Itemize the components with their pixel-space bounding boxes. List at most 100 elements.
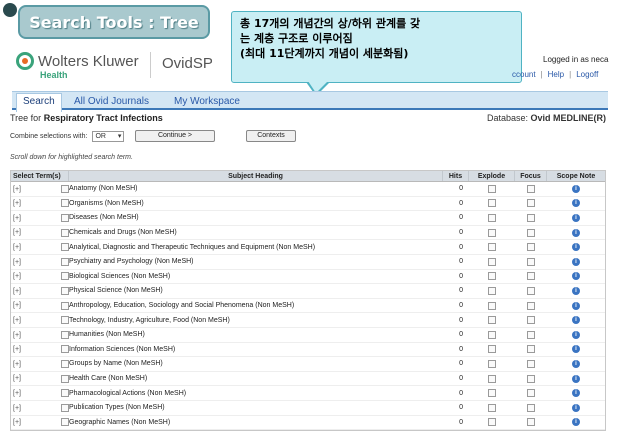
expand-toggle[interactable]: [+]	[13, 390, 29, 397]
continue-button[interactable]: Continue >	[135, 130, 215, 142]
focus-checkbox[interactable]	[527, 272, 535, 281]
explode-checkbox[interactable]	[488, 330, 496, 339]
explode-checkbox[interactable]	[488, 184, 496, 193]
focus-checkbox[interactable]	[527, 257, 535, 266]
subject-heading[interactable]: Biological Sciences (Non MeSH)	[69, 273, 443, 280]
expand-toggle[interactable]: [+]	[13, 229, 29, 236]
explode-checkbox[interactable]	[488, 286, 496, 295]
scope-note-info-icon[interactable]: i	[572, 418, 580, 427]
explode-checkbox[interactable]	[488, 316, 496, 325]
focus-checkbox[interactable]	[527, 213, 535, 222]
select-checkbox[interactable]	[61, 359, 69, 368]
expand-toggle[interactable]: [+]	[13, 346, 29, 353]
select-checkbox[interactable]	[61, 316, 69, 325]
explode-checkbox[interactable]	[488, 418, 496, 427]
explode-checkbox[interactable]	[488, 359, 496, 368]
subject-heading[interactable]: Anthropology, Education, Sociology and S…	[69, 302, 443, 309]
tab-all-ovid-journals[interactable]: All Ovid Journals	[68, 94, 155, 113]
scope-note-info-icon[interactable]: i	[572, 184, 580, 193]
account-link[interactable]: ccount	[512, 70, 536, 79]
scope-note-info-icon[interactable]: i	[572, 301, 580, 310]
scope-note-info-icon[interactable]: i	[572, 374, 580, 383]
contexts-button[interactable]: Contexts	[246, 130, 296, 142]
subject-heading[interactable]: Information Sciences (Non MeSH)	[69, 346, 443, 353]
select-checkbox[interactable]	[61, 330, 69, 339]
explode-checkbox[interactable]	[488, 403, 496, 412]
select-checkbox[interactable]	[61, 243, 69, 252]
scope-note-info-icon[interactable]: i	[572, 403, 580, 412]
scope-note-info-icon[interactable]: i	[572, 272, 580, 281]
explode-checkbox[interactable]	[488, 374, 496, 383]
focus-checkbox[interactable]	[527, 199, 535, 208]
focus-checkbox[interactable]	[527, 330, 535, 339]
subject-heading[interactable]: Humanities (Non MeSH)	[69, 331, 443, 338]
scope-note-info-icon[interactable]: i	[572, 228, 580, 237]
select-checkbox[interactable]	[61, 199, 69, 208]
expand-toggle[interactable]: [+]	[13, 215, 29, 222]
subject-heading[interactable]: Pharmacological Actions (Non MeSH)	[69, 390, 443, 397]
expand-toggle[interactable]: [+]	[13, 259, 29, 266]
scope-note-info-icon[interactable]: i	[572, 359, 580, 368]
select-checkbox[interactable]	[61, 286, 69, 295]
subject-heading[interactable]: Publication Types (Non MeSH)	[69, 404, 443, 411]
tab-my-workspace[interactable]: My Workspace	[168, 94, 246, 113]
subject-heading[interactable]: Physical Science (Non MeSH)	[69, 287, 443, 294]
select-checkbox[interactable]	[61, 301, 69, 310]
focus-checkbox[interactable]	[527, 374, 535, 383]
subject-heading[interactable]: Organisms (Non MeSH)	[69, 200, 443, 207]
logoff-link[interactable]: Logoff	[576, 70, 598, 79]
expand-toggle[interactable]: [+]	[13, 273, 29, 280]
scope-note-info-icon[interactable]: i	[572, 330, 580, 339]
scope-note-info-icon[interactable]: i	[572, 389, 580, 398]
scope-note-info-icon[interactable]: i	[572, 213, 580, 222]
scope-note-info-icon[interactable]: i	[572, 316, 580, 325]
subject-heading[interactable]: Geographic Names (Non MeSH)	[69, 419, 443, 426]
explode-checkbox[interactable]	[488, 213, 496, 222]
explode-checkbox[interactable]	[488, 272, 496, 281]
select-checkbox[interactable]	[61, 418, 69, 427]
subject-heading[interactable]: Diseases (Non MeSH)	[69, 214, 443, 221]
subject-heading[interactable]: Anatomy (Non MeSH)	[69, 185, 443, 192]
expand-toggle[interactable]: [+]	[13, 186, 29, 193]
explode-checkbox[interactable]	[488, 257, 496, 266]
subject-heading[interactable]: Psychiatry and Psychology (Non MeSH)	[69, 258, 443, 265]
focus-checkbox[interactable]	[527, 316, 535, 325]
select-checkbox[interactable]	[61, 389, 69, 398]
focus-checkbox[interactable]	[527, 243, 535, 252]
expand-toggle[interactable]: [+]	[13, 288, 29, 295]
select-checkbox[interactable]	[61, 403, 69, 412]
scope-note-info-icon[interactable]: i	[572, 345, 580, 354]
expand-toggle[interactable]: [+]	[13, 332, 29, 339]
expand-toggle[interactable]: [+]	[13, 200, 29, 207]
scope-note-info-icon[interactable]: i	[572, 286, 580, 295]
subject-heading[interactable]: Technology, Industry, Agriculture, Food …	[69, 317, 443, 324]
select-checkbox[interactable]	[61, 228, 69, 237]
focus-checkbox[interactable]	[527, 286, 535, 295]
select-checkbox[interactable]	[61, 272, 69, 281]
scope-note-info-icon[interactable]: i	[572, 257, 580, 266]
select-checkbox[interactable]	[61, 345, 69, 354]
select-checkbox[interactable]	[61, 257, 69, 266]
focus-checkbox[interactable]	[527, 184, 535, 193]
focus-checkbox[interactable]	[527, 389, 535, 398]
focus-checkbox[interactable]	[527, 403, 535, 412]
expand-toggle[interactable]: [+]	[13, 419, 29, 426]
expand-toggle[interactable]: [+]	[13, 361, 29, 368]
select-checkbox[interactable]	[61, 374, 69, 383]
combine-select[interactable]: OR ▾	[92, 131, 125, 142]
explode-checkbox[interactable]	[488, 199, 496, 208]
focus-checkbox[interactable]	[527, 301, 535, 310]
scope-note-info-icon[interactable]: i	[572, 199, 580, 208]
subject-heading[interactable]: Analytical, Diagnostic and Therapeutic T…	[69, 244, 443, 251]
focus-checkbox[interactable]	[527, 359, 535, 368]
explode-checkbox[interactable]	[488, 389, 496, 398]
explode-checkbox[interactable]	[488, 243, 496, 252]
explode-checkbox[interactable]	[488, 228, 496, 237]
expand-toggle[interactable]: [+]	[13, 317, 29, 324]
focus-checkbox[interactable]	[527, 418, 535, 427]
subject-heading[interactable]: Chemicals and Drugs (Non MeSH)	[69, 229, 443, 236]
explode-checkbox[interactable]	[488, 345, 496, 354]
expand-toggle[interactable]: [+]	[13, 375, 29, 382]
help-link[interactable]: Help	[548, 70, 564, 79]
tab-search[interactable]: Search	[16, 93, 62, 112]
